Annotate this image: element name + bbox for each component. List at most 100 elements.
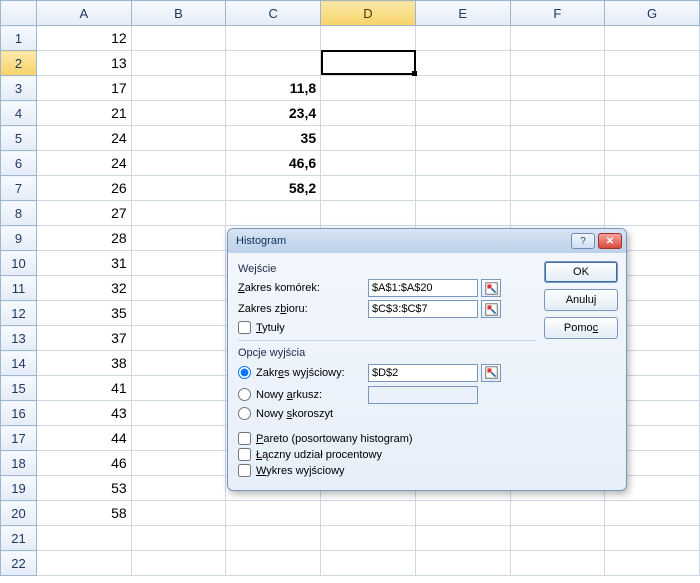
col-header-F[interactable]: F (510, 1, 605, 26)
row-header-15[interactable]: 15 (1, 376, 37, 401)
chart-output-checkbox[interactable]: Wykres wyjściowy (238, 464, 536, 477)
cell-A15[interactable]: 41 (36, 376, 131, 401)
cell-A12[interactable]: 35 (36, 301, 131, 326)
cell-A16[interactable]: 43 (36, 401, 131, 426)
cell-G6[interactable] (605, 151, 700, 176)
row-header-14[interactable]: 14 (1, 351, 37, 376)
output-range-radio-input[interactable] (238, 366, 251, 379)
ok-button[interactable]: OK (544, 261, 618, 283)
cell-F22[interactable] (510, 551, 605, 576)
input-range-field[interactable] (368, 279, 478, 297)
cell-A17[interactable]: 44 (36, 426, 131, 451)
cell-G3[interactable] (605, 76, 700, 101)
cell-D21[interactable] (321, 526, 416, 551)
titles-checkbox-input[interactable] (238, 321, 251, 334)
cell-D8[interactable] (321, 201, 416, 226)
bin-range-field[interactable] (368, 300, 478, 318)
cell-B14[interactable] (131, 351, 226, 376)
row-header-20[interactable]: 20 (1, 501, 37, 526)
row-header-19[interactable]: 19 (1, 476, 37, 501)
row-header-7[interactable]: 7 (1, 176, 37, 201)
cell-E8[interactable] (415, 201, 510, 226)
cell-B18[interactable] (131, 451, 226, 476)
cell-G20[interactable] (605, 501, 700, 526)
cell-A11[interactable]: 32 (36, 276, 131, 301)
new-sheet-radio[interactable]: Nowy arkusz: (238, 388, 368, 401)
cell-G5[interactable] (605, 126, 700, 151)
row-header-8[interactable]: 8 (1, 201, 37, 226)
row-header-22[interactable]: 22 (1, 551, 37, 576)
new-workbook-radio[interactable]: Nowy skoroszyt (238, 407, 536, 420)
cell-F5[interactable] (510, 126, 605, 151)
cell-B16[interactable] (131, 401, 226, 426)
help-icon[interactable]: ? (571, 233, 595, 249)
cell-B11[interactable] (131, 276, 226, 301)
row-header-4[interactable]: 4 (1, 101, 37, 126)
cell-D2[interactable] (321, 51, 416, 76)
titles-checkbox[interactable]: Tytuły (238, 321, 536, 334)
cell-D4[interactable] (321, 101, 416, 126)
pareto-checkbox[interactable]: Pareto (posortowany histogram) (238, 432, 536, 445)
cell-B5[interactable] (131, 126, 226, 151)
row-header-3[interactable]: 3 (1, 76, 37, 101)
cell-E6[interactable] (415, 151, 510, 176)
cell-G22[interactable] (605, 551, 700, 576)
close-icon[interactable]: ✕ (598, 233, 622, 249)
cell-C5[interactable]: 35 (226, 126, 321, 151)
cell-E20[interactable] (415, 501, 510, 526)
row-header-2[interactable]: 2 (1, 51, 37, 76)
cell-A14[interactable]: 38 (36, 351, 131, 376)
cell-C4[interactable]: 23,4 (226, 101, 321, 126)
cell-A13[interactable]: 37 (36, 326, 131, 351)
col-header-C[interactable]: C (226, 1, 321, 26)
cell-E21[interactable] (415, 526, 510, 551)
cell-A6[interactable]: 24 (36, 151, 131, 176)
cell-B12[interactable] (131, 301, 226, 326)
cell-B15[interactable] (131, 376, 226, 401)
cell-F6[interactable] (510, 151, 605, 176)
row-header-13[interactable]: 13 (1, 326, 37, 351)
cell-A22[interactable] (36, 551, 131, 576)
cell-F7[interactable] (510, 176, 605, 201)
range-picker-icon[interactable] (481, 300, 501, 318)
row-header-17[interactable]: 17 (1, 426, 37, 451)
new-workbook-radio-input[interactable] (238, 407, 251, 420)
cell-B2[interactable] (131, 51, 226, 76)
cell-D1[interactable] (321, 26, 416, 51)
col-header-B[interactable]: B (131, 1, 226, 26)
cell-D22[interactable] (321, 551, 416, 576)
cell-B9[interactable] (131, 226, 226, 251)
cell-B6[interactable] (131, 151, 226, 176)
row-header-6[interactable]: 6 (1, 151, 37, 176)
range-picker-icon[interactable] (481, 279, 501, 297)
row-header-1[interactable]: 1 (1, 26, 37, 51)
cell-A18[interactable]: 46 (36, 451, 131, 476)
col-header-D[interactable]: D (321, 1, 416, 26)
cell-D20[interactable] (321, 501, 416, 526)
cell-C6[interactable]: 46,6 (226, 151, 321, 176)
cell-A21[interactable] (36, 526, 131, 551)
cell-A20[interactable]: 58 (36, 501, 131, 526)
cancel-button[interactable]: Anuluj (544, 289, 618, 311)
cell-F1[interactable] (510, 26, 605, 51)
cell-B17[interactable] (131, 426, 226, 451)
cell-A5[interactable]: 24 (36, 126, 131, 151)
cell-F2[interactable] (510, 51, 605, 76)
cell-C2[interactable] (226, 51, 321, 76)
cell-B4[interactable] (131, 101, 226, 126)
row-header-5[interactable]: 5 (1, 126, 37, 151)
cell-F8[interactable] (510, 201, 605, 226)
output-range-field[interactable] (368, 364, 478, 382)
row-header-16[interactable]: 16 (1, 401, 37, 426)
cell-E3[interactable] (415, 76, 510, 101)
help-button[interactable]: Pomoc (544, 317, 618, 339)
cell-F20[interactable] (510, 501, 605, 526)
row-header-9[interactable]: 9 (1, 226, 37, 251)
cell-A10[interactable]: 31 (36, 251, 131, 276)
cell-G2[interactable] (605, 51, 700, 76)
new-sheet-name-field[interactable] (368, 386, 478, 404)
cell-B13[interactable] (131, 326, 226, 351)
col-header-A[interactable]: A (36, 1, 131, 26)
cell-B22[interactable] (131, 551, 226, 576)
row-header-12[interactable]: 12 (1, 301, 37, 326)
